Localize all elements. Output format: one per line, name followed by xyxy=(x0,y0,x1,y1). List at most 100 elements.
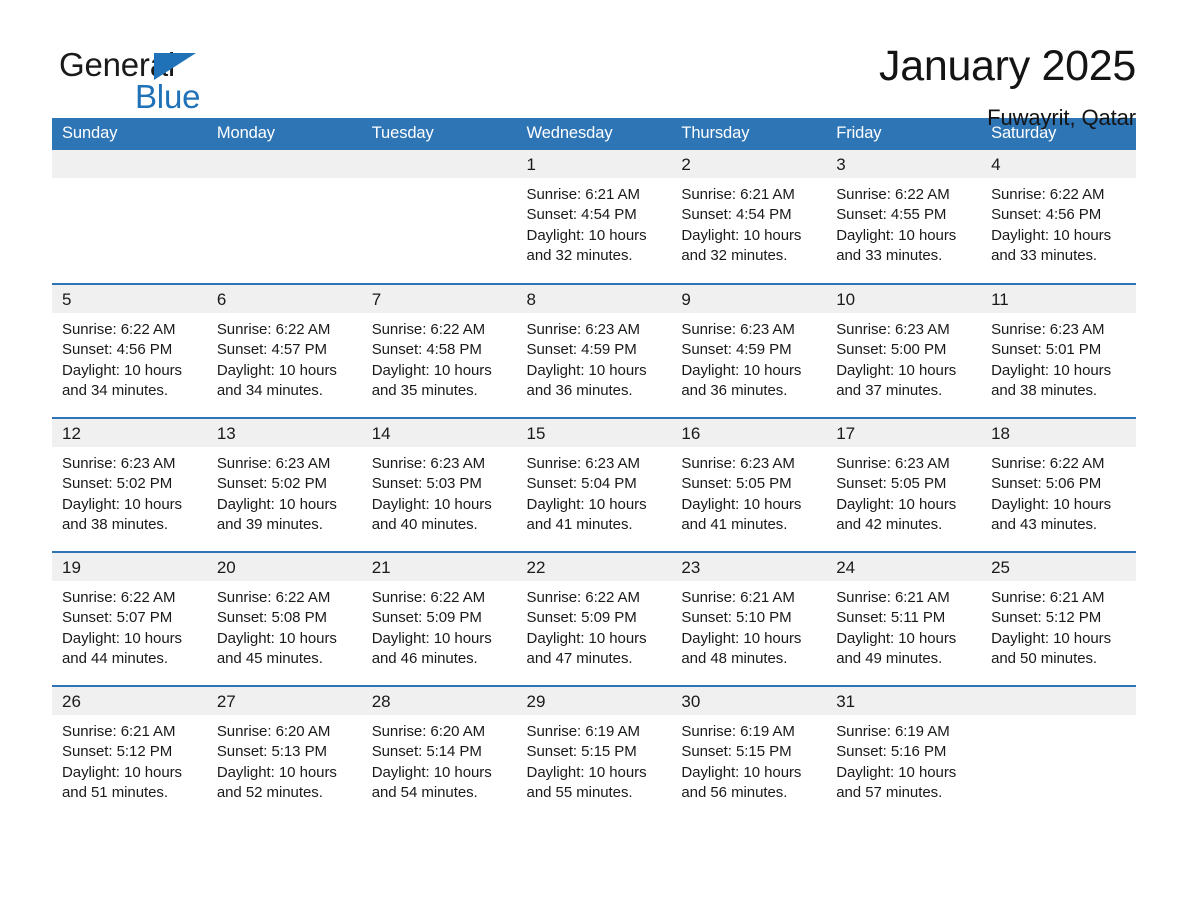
day-cell[interactable]: 30 Sunrise: 6:19 AM Sunset: 5:15 PM Dayligh… xyxy=(671,685,827,820)
daylight-text-line2: and 45 minutes. xyxy=(216,649,323,667)
day-number: 4 xyxy=(981,150,1136,178)
sunrise-text: Sunrise: 6:19 AM xyxy=(836,723,950,740)
day-cell[interactable]: 5 Sunrise: 6:22 AM Sunset: 4:56 PM Daylight… xyxy=(52,283,207,418)
day-cell[interactable]: 24 Sunrise: 6:21 AM Sunset: 5:11 PM Dayligh… xyxy=(826,551,982,686)
sunrise-text: Sunrise: 6:22 AM xyxy=(371,321,486,338)
daylight-text-line1: Daylight: 10 hours xyxy=(526,763,647,781)
sunrise-text: Sunrise: 6:23 AM xyxy=(836,455,950,472)
day-cell[interactable]: 7 Sunrise: 6:22 AM Sunset: 4:58 PM Daylight… xyxy=(361,283,517,418)
daylight-text-line1: Daylight: 10 hours xyxy=(526,495,647,513)
daylight-text-line2: and 50 minutes. xyxy=(991,649,1098,667)
day-details: Sunrise: 6:20 AM Sunset: 5:14 PM Daylight:… xyxy=(362,715,517,803)
day-details: Sunrise: 6:22 AM Sunset: 5:09 PM Daylight:… xyxy=(517,581,672,669)
day-details: Sunrise: 6:23 AM Sunset: 4:59 PM Daylight:… xyxy=(517,313,672,401)
day-number: 31 xyxy=(826,687,982,715)
day-details: Sunrise: 6:20 AM Sunset: 5:13 PM Daylight:… xyxy=(207,715,362,803)
day-cell[interactable]: 26 Sunrise: 6:21 AM Sunset: 5:12 PM Dayligh… xyxy=(52,685,207,820)
day-cell-inner: 24 Sunrise: 6:21 AM Sunset: 5:11 PM Dayligh… xyxy=(826,553,982,685)
sunset-text: Sunset: 5:14 PM xyxy=(371,743,482,761)
sunrise-text: Sunrise: 6:23 AM xyxy=(526,321,640,338)
day-cell[interactable]: 10 Sunrise: 6:23 AM Sunset: 5:00 PM Dayligh… xyxy=(826,283,982,418)
sunset-text: Sunset: 4:56 PM xyxy=(991,206,1102,224)
day-cell-inner: 23 Sunrise: 6:21 AM Sunset: 5:10 PM Dayligh… xyxy=(671,553,827,685)
day-details: Sunrise: 6:22 AM Sunset: 4:57 PM Daylight:… xyxy=(207,313,362,401)
day-cell[interactable]: 28 Sunrise: 6:20 AM Sunset: 5:14 PM Dayligh… xyxy=(361,685,517,820)
day-cell[interactable]: 18 Sunrise: 6:22 AM Sunset: 5:06 PM Dayligh… xyxy=(981,417,1136,552)
day-cell[interactable]: 19 Sunrise: 6:22 AM Sunset: 5:07 PM Dayligh… xyxy=(52,551,207,686)
day-cell[interactable]: 15 Sunrise: 6:23 AM Sunset: 5:04 PM Dayligh… xyxy=(516,417,672,552)
day-details: Sunrise: 6:22 AM Sunset: 4:56 PM Daylight:… xyxy=(52,313,207,401)
sunset-text: Sunset: 5:04 PM xyxy=(526,475,637,493)
sunset-text: Sunset: 5:15 PM xyxy=(681,743,792,761)
day-cell[interactable]: 17 Sunrise: 6:23 AM Sunset: 5:05 PM Dayligh… xyxy=(826,417,982,552)
day-cell[interactable]: 14 Sunrise: 6:23 AM Sunset: 5:03 PM Dayligh… xyxy=(361,417,517,552)
daylight-text-line1: Daylight: 10 hours xyxy=(991,226,1112,244)
daylight-text-line1: Daylight: 10 hours xyxy=(526,226,647,244)
daylight-text-line2: and 43 minutes. xyxy=(991,515,1098,533)
day-cell-inner: 17 Sunrise: 6:23 AM Sunset: 5:05 PM Dayligh… xyxy=(826,419,982,551)
sunset-text: Sunset: 5:09 PM xyxy=(371,609,482,627)
day-cell[interactable]: 13 Sunrise: 6:23 AM Sunset: 5:02 PM Dayligh… xyxy=(206,417,362,552)
sunset-text: Sunset: 5:00 PM xyxy=(836,341,947,359)
day-details: Sunrise: 6:23 AM Sunset: 5:05 PM Daylight:… xyxy=(671,447,826,535)
weekday-header-tuesday: Tuesday xyxy=(361,118,517,150)
day-cell[interactable]: 22 Sunrise: 6:22 AM Sunset: 5:09 PM Dayligh… xyxy=(516,551,672,686)
day-cell[interactable]: 12 Sunrise: 6:23 AM Sunset: 5:02 PM Dayligh… xyxy=(52,417,207,552)
day-cell[interactable]: 25 Sunrise: 6:21 AM Sunset: 5:12 PM Dayligh… xyxy=(981,551,1136,686)
sunrise-text: Sunrise: 6:19 AM xyxy=(526,723,640,740)
daylight-text-line1: Daylight: 10 hours xyxy=(836,629,957,647)
sunset-text: Sunset: 4:55 PM xyxy=(836,206,947,224)
sunset-text: Sunset: 5:06 PM xyxy=(991,475,1102,493)
day-cell[interactable]: 31 Sunrise: 6:19 AM Sunset: 5:16 PM Dayligh… xyxy=(826,685,982,820)
day-cell[interactable]: 4 Sunrise: 6:22 AM Sunset: 4:56 PM Daylight… xyxy=(981,150,1136,284)
day-number: 3 xyxy=(826,150,982,178)
day-cell-inner: 14 Sunrise: 6:23 AM Sunset: 5:03 PM Dayligh… xyxy=(361,419,517,551)
day-cell[interactable]: 6 Sunrise: 6:22 AM Sunset: 4:57 PM Daylight… xyxy=(206,283,362,418)
daylight-text-line2: and 41 minutes. xyxy=(681,515,788,533)
day-details: Sunrise: 6:23 AM Sunset: 5:05 PM Daylight:… xyxy=(826,447,981,535)
day-cell[interactable]: 27 Sunrise: 6:20 AM Sunset: 5:13 PM Dayligh… xyxy=(206,685,362,820)
weekday-header-sunday: Sunday xyxy=(52,118,207,150)
day-cell-inner: 20 Sunrise: 6:22 AM Sunset: 5:08 PM Dayligh… xyxy=(206,553,362,685)
day-cell-inner: 27 Sunrise: 6:20 AM Sunset: 5:13 PM Dayligh… xyxy=(206,687,362,820)
day-cell[interactable]: 9 Sunrise: 6:23 AM Sunset: 4:59 PM Daylight… xyxy=(671,283,827,418)
day-cell[interactable]: 1 Sunrise: 6:21 AM Sunset: 4:54 PM Daylight… xyxy=(516,150,672,284)
day-cell[interactable]: 2 Sunrise: 6:21 AM Sunset: 4:54 PM Daylight… xyxy=(671,150,827,284)
weekday-header-thursday: Thursday xyxy=(671,118,827,150)
sunrise-text: Sunrise: 6:22 AM xyxy=(62,589,176,606)
daylight-text-line2: and 34 minutes. xyxy=(62,381,168,399)
day-cell[interactable]: 21 Sunrise: 6:22 AM Sunset: 5:09 PM Dayligh… xyxy=(361,551,517,686)
day-cell-inner: 4 Sunrise: 6:22 AM Sunset: 4:56 PM Daylight… xyxy=(981,150,1136,283)
logo-triangle-icon xyxy=(154,53,196,80)
sunrise-text: Sunrise: 6:23 AM xyxy=(681,455,795,472)
day-cell[interactable]: 11 Sunrise: 6:23 AM Sunset: 5:01 PM Dayligh… xyxy=(981,283,1136,418)
sunrise-text: Sunrise: 6:21 AM xyxy=(681,186,795,203)
day-details: Sunrise: 6:21 AM Sunset: 5:12 PM Daylight:… xyxy=(52,715,207,803)
day-number: 17 xyxy=(826,419,982,447)
calendar-page: General Blue January 2025 Fuwayrit, Qata… xyxy=(0,0,1188,918)
day-cell-inner: 18 Sunrise: 6:22 AM Sunset: 5:06 PM Dayligh… xyxy=(981,419,1136,551)
masthead: General Blue January 2025 Fuwayrit, Qata… xyxy=(52,0,1136,129)
day-cell-inner: 12 Sunrise: 6:23 AM Sunset: 5:02 PM Dayligh… xyxy=(52,419,207,551)
day-number: 29 xyxy=(516,687,672,715)
day-number: 23 xyxy=(671,553,827,581)
day-cell[interactable]: 23 Sunrise: 6:21 AM Sunset: 5:10 PM Dayligh… xyxy=(671,551,827,686)
day-details: Sunrise: 6:19 AM Sunset: 5:16 PM Daylight:… xyxy=(826,715,981,803)
sunrise-text: Sunrise: 6:22 AM xyxy=(216,589,331,606)
day-cell[interactable]: 20 Sunrise: 6:22 AM Sunset: 5:08 PM Dayligh… xyxy=(206,551,362,686)
day-number: 27 xyxy=(206,687,362,715)
sunset-text: Sunset: 5:02 PM xyxy=(62,475,173,493)
day-cell[interactable]: 8 Sunrise: 6:23 AM Sunset: 4:59 PM Daylight… xyxy=(516,283,672,418)
day-details: Sunrise: 6:21 AM Sunset: 4:54 PM Daylight:… xyxy=(671,178,826,266)
day-cell[interactable]: 3 Sunrise: 6:22 AM Sunset: 4:55 PM Daylight… xyxy=(826,150,982,284)
daylight-text-line2: and 36 minutes. xyxy=(526,381,633,399)
day-cell[interactable]: 29 Sunrise: 6:19 AM Sunset: 5:15 PM Dayligh… xyxy=(516,685,672,820)
sunset-text: Sunset: 5:10 PM xyxy=(681,609,792,627)
weekday-header-wednesday: Wednesday xyxy=(516,118,672,150)
day-cell[interactable]: 16 Sunrise: 6:23 AM Sunset: 5:05 PM Dayligh… xyxy=(671,417,827,552)
sunset-text: Sunset: 5:11 PM xyxy=(836,609,946,627)
day-cell-inner: 11 Sunrise: 6:23 AM Sunset: 5:01 PM Dayligh… xyxy=(981,285,1136,417)
day-cell-inner: 21 Sunrise: 6:22 AM Sunset: 5:09 PM Dayligh… xyxy=(361,553,517,685)
day-cell-empty xyxy=(52,150,207,284)
sunrise-text: Sunrise: 6:20 AM xyxy=(371,723,486,740)
